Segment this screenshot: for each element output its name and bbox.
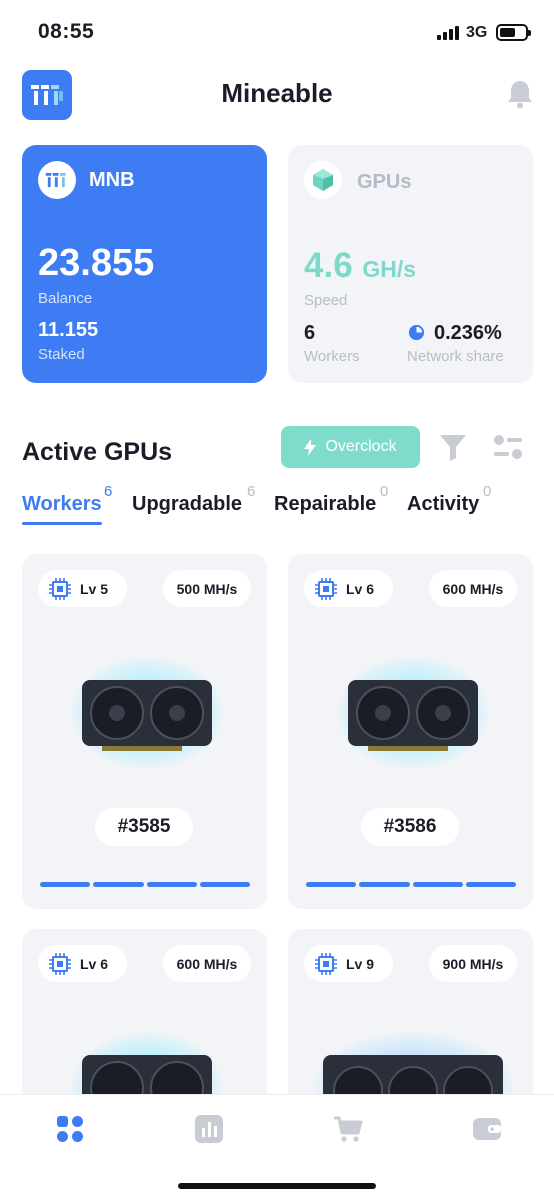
signal-icon xyxy=(437,25,459,40)
tab-count: 0 xyxy=(380,483,389,500)
section-title: Active GPUs xyxy=(22,438,173,466)
hashrate-pill: 600 MH/s xyxy=(429,570,517,607)
network-share-value: 0.236% xyxy=(434,322,502,344)
sliders-icon[interactable] xyxy=(492,432,524,462)
chip-icon xyxy=(315,577,337,600)
tab-workers[interactable]: Workers 6 xyxy=(22,483,112,526)
gpu-card[interactable]: Lv 6 600 MH/s #3586 xyxy=(288,554,533,909)
tab-label: Workers xyxy=(22,493,102,515)
staked-value: 11.155 xyxy=(38,319,99,341)
lightning-icon xyxy=(304,438,317,456)
gpu-level-progress xyxy=(306,882,516,887)
tab-label: Activity xyxy=(407,493,480,515)
token-name: MNB xyxy=(89,169,135,191)
hashrate-pill: 500 MH/s xyxy=(163,570,251,607)
level-pill: Lv 6 xyxy=(304,570,393,607)
staked-label: Staked xyxy=(38,346,85,363)
hashrate-pill: 900 MH/s xyxy=(429,945,517,982)
bell-icon[interactable] xyxy=(505,78,535,110)
level-label: Lv 6 xyxy=(80,955,109,972)
status-bar: 08:55 3G xyxy=(0,0,554,64)
tab-count: 6 xyxy=(247,483,256,500)
graphics-card-image xyxy=(72,658,222,768)
gpus-card-title: GPUs xyxy=(357,171,412,193)
level-pill: Lv 5 xyxy=(38,570,127,607)
page-title: Mineable xyxy=(221,78,333,108)
tab-repairable[interactable]: Repairable 0 xyxy=(274,483,388,526)
tab-label: Upgradable xyxy=(132,493,243,515)
network-share-label: Network share xyxy=(407,348,504,365)
gpu-card[interactable]: Lv 5 500 MH/s #3585 xyxy=(22,554,267,909)
graphics-card-image xyxy=(338,658,488,768)
home-indicator xyxy=(178,1183,376,1189)
pie-chart-icon xyxy=(408,324,425,341)
gpu-id-badge: #3585 xyxy=(95,808,193,846)
status-time: 08:55 xyxy=(38,20,95,43)
gpus-summary-card[interactable]: GPUs 4.6 GH/s Speed 6 Workers 0.236% Net… xyxy=(288,145,533,383)
workers-label: Workers xyxy=(304,348,360,365)
tab-upgradable[interactable]: Upgradable 6 xyxy=(132,483,255,526)
stats-icon[interactable] xyxy=(193,1113,225,1145)
chip-icon xyxy=(49,952,71,975)
gpu-id-badge: #3586 xyxy=(361,808,459,846)
balance-label: Balance xyxy=(38,290,93,307)
level-label: Lv 5 xyxy=(80,580,109,597)
tab-label: Repairable xyxy=(274,493,377,515)
mnb-balance-card[interactable]: MNB 23.855 Balance 11.155 Staked xyxy=(22,145,267,383)
speed-unit: GH/s xyxy=(362,256,417,282)
tab-count: 0 xyxy=(483,483,492,500)
workers-value: 6 xyxy=(304,322,316,344)
gpu-tabs: Workers 6 Upgradable 6 Repairable 0 Acti… xyxy=(22,483,532,526)
overclock-button[interactable]: Overclock xyxy=(281,426,420,468)
speed-value: 4.6 GH/s xyxy=(304,246,417,285)
app-header: Mineable xyxy=(0,64,554,124)
overclock-label: Overclock xyxy=(325,438,397,455)
chip-icon xyxy=(315,952,337,975)
battery-icon xyxy=(496,24,531,41)
level-label: Lv 6 xyxy=(346,580,375,597)
tab-activity[interactable]: Activity 0 xyxy=(407,483,491,526)
wallet-icon[interactable] xyxy=(471,1113,503,1145)
gpu-level-progress xyxy=(40,882,250,887)
hashrate-pill: 600 MH/s xyxy=(163,945,251,982)
gpu-gem-icon xyxy=(304,161,342,199)
speed-label: Speed xyxy=(304,292,348,309)
level-pill: Lv 9 xyxy=(304,945,393,982)
active-tab-indicator xyxy=(22,522,102,525)
dashboard-icon[interactable] xyxy=(54,1113,86,1145)
cart-icon[interactable] xyxy=(332,1113,364,1145)
level-pill: Lv 6 xyxy=(38,945,127,982)
level-label: Lv 9 xyxy=(346,955,375,972)
tab-count: 6 xyxy=(104,483,113,500)
balance-value: 23.855 xyxy=(38,242,155,284)
mnb-token-icon xyxy=(38,161,76,199)
filter-icon[interactable] xyxy=(438,432,468,462)
network-type: 3G xyxy=(466,24,488,41)
chip-icon xyxy=(49,577,71,600)
